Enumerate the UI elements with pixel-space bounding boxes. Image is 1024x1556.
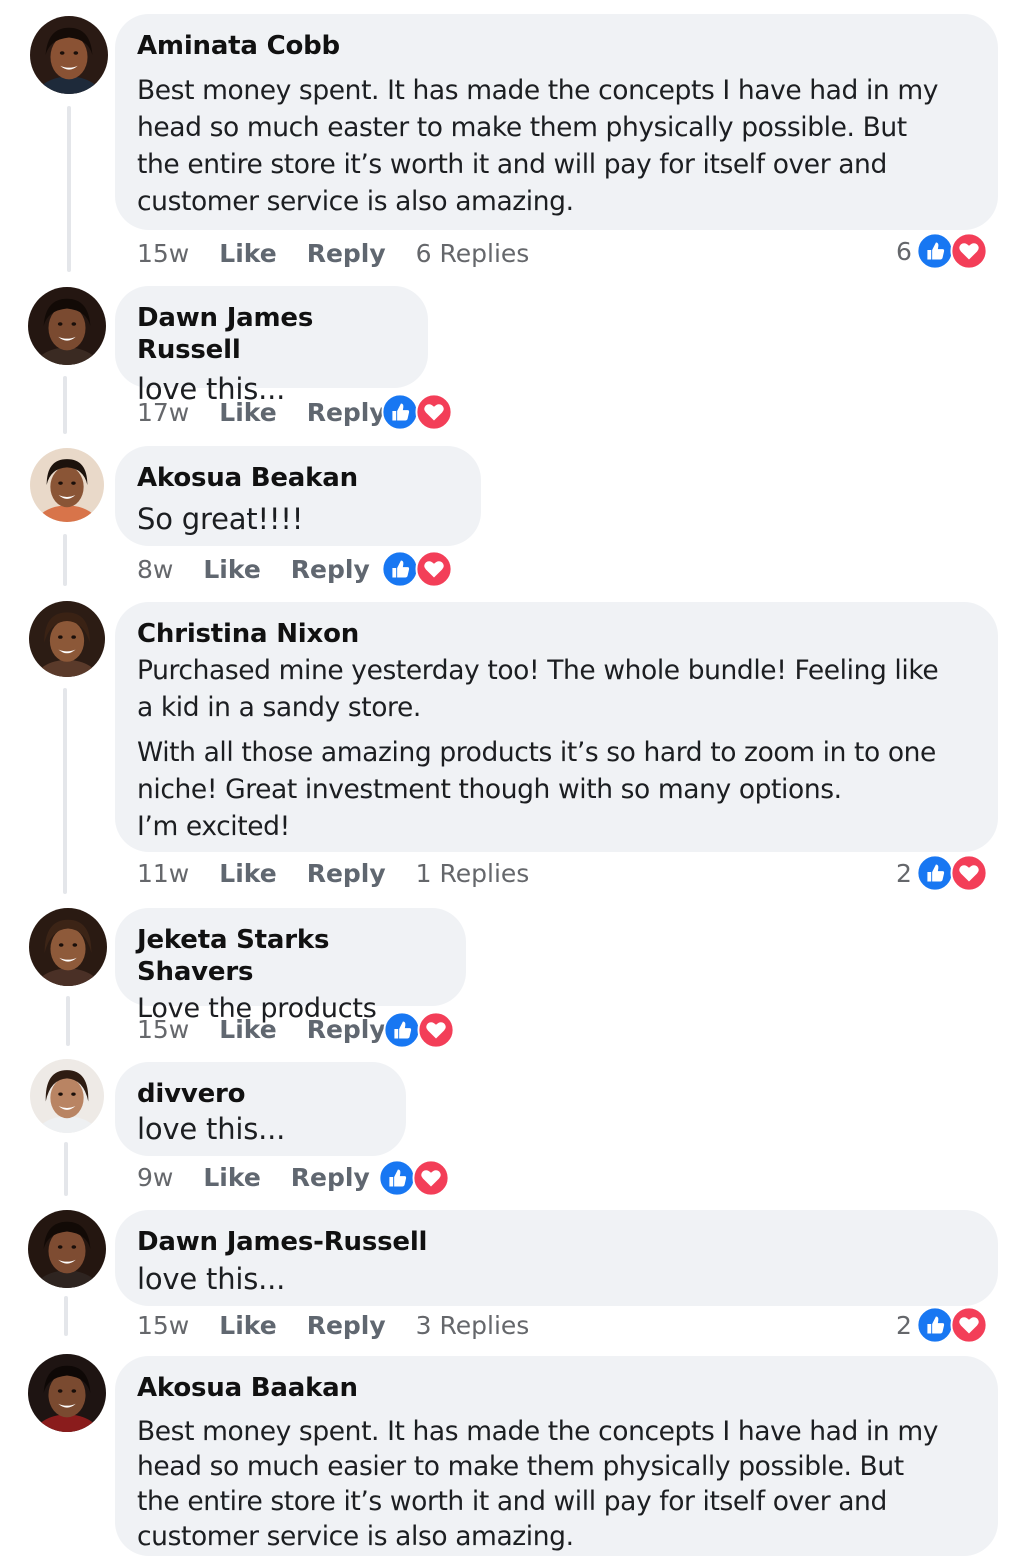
comment-bubble: divvero love this...	[115, 1062, 406, 1156]
comment-actions: 9w Like Reply	[137, 1157, 400, 1197]
like-button[interactable]: Like	[219, 239, 276, 268]
comment-bubble: Akosua Beakan So great!!!!	[115, 446, 481, 546]
comment-author[interactable]: Dawn James Russell	[137, 302, 406, 366]
heart-icon	[415, 393, 453, 431]
comment-text: So great!!!!	[137, 502, 304, 536]
like-button[interactable]: Like	[203, 1163, 260, 1192]
thread-line	[64, 1142, 68, 1196]
comment-bubble: Dawn James-Russell love this...	[115, 1210, 998, 1306]
comment-timestamp[interactable]: 15w	[137, 1311, 189, 1340]
comment-author[interactable]: divvero	[137, 1078, 384, 1110]
comment-author[interactable]: Christina Nixon	[137, 618, 976, 650]
avatar[interactable]	[30, 1059, 104, 1133]
comment-author[interactable]: Akosua Baakan	[137, 1372, 976, 1404]
avatar[interactable]	[30, 448, 104, 522]
reply-button[interactable]: Reply	[307, 1015, 386, 1044]
like-button[interactable]: Like	[219, 859, 276, 888]
reaction-summary[interactable]: 2	[896, 1305, 988, 1345]
reply-button[interactable]: Reply	[291, 1163, 370, 1192]
comment-actions: 15w Like Reply	[137, 1009, 416, 1049]
heart-icon	[415, 550, 453, 588]
thumbs-up-icon	[916, 1306, 954, 1344]
heart-icon	[417, 1011, 455, 1049]
comment-bubble: Dawn James Russell love this...	[115, 286, 428, 406]
comment-bubble: Akosua Baakan Best money spent. It has m…	[115, 1356, 998, 1556]
heart-icon	[950, 232, 988, 270]
like-button[interactable]: Like	[219, 398, 276, 427]
avatar[interactable]	[28, 287, 106, 365]
comment-actions: 15w Like Reply 6 Replies	[137, 233, 559, 273]
comment-timestamp[interactable]: 15w	[137, 1015, 189, 1044]
thumbs-up-icon	[381, 550, 419, 588]
avatar[interactable]	[29, 601, 105, 677]
comment-author[interactable]: Aminata Cobb	[137, 30, 976, 62]
heart-icon	[950, 1306, 988, 1344]
reply-button[interactable]: Reply	[307, 398, 386, 427]
comment-actions: 8w Like Reply	[137, 549, 400, 589]
comment-text: With all those amazing products it’s so …	[137, 737, 936, 842]
thread-line	[66, 996, 70, 1046]
comment-text: love this...	[137, 1112, 286, 1146]
reply-button[interactable]: Reply	[307, 239, 386, 268]
comment-bubble: Christina Nixon Purchased mine yesterday…	[115, 602, 998, 852]
thumbs-up-icon	[378, 1159, 416, 1197]
reaction-summary[interactable]	[381, 549, 453, 589]
reaction-count: 2	[896, 1310, 912, 1340]
reply-button[interactable]: Reply	[307, 1311, 386, 1340]
comment-bubble: Aminata Cobb Best money spent. It has ma…	[115, 14, 998, 230]
view-replies-link[interactable]: 3 Replies	[416, 1311, 530, 1340]
reaction-count: 2	[896, 858, 912, 888]
like-button[interactable]: Like	[203, 555, 260, 584]
reaction-summary[interactable]	[381, 392, 453, 432]
comment-text: love this...	[137, 1262, 286, 1296]
comment-text: Best money spent. It has made the concep…	[137, 1416, 939, 1552]
reaction-summary[interactable]	[378, 1158, 450, 1198]
thumbs-up-icon	[916, 232, 954, 270]
comment-timestamp[interactable]: 8w	[137, 555, 173, 584]
comment-actions: 17w Like Reply	[137, 392, 416, 432]
comment-timestamp[interactable]: 9w	[137, 1163, 173, 1192]
thumbs-up-icon	[916, 854, 954, 892]
heart-icon	[950, 854, 988, 892]
thread-line	[63, 376, 67, 434]
comment-bubble: Jeketa Starks Shavers Love the products	[115, 908, 466, 1024]
reaction-summary[interactable]: 2	[896, 853, 988, 893]
comment-actions: 11w Like Reply 1 Replies	[137, 853, 559, 893]
comment-actions: 15w Like Reply 3 Replies	[137, 1305, 559, 1345]
reply-button[interactable]: Reply	[291, 555, 370, 584]
comment-author[interactable]: Dawn James-Russell	[137, 1226, 976, 1258]
comment-timestamp[interactable]: 17w	[137, 398, 189, 427]
heart-icon	[412, 1159, 450, 1197]
avatar[interactable]	[30, 16, 108, 94]
avatar[interactable]	[28, 1354, 106, 1432]
thumbs-up-icon	[383, 1011, 421, 1049]
avatar[interactable]	[29, 908, 107, 986]
view-replies-link[interactable]: 1 Replies	[416, 859, 530, 888]
like-button[interactable]: Like	[219, 1015, 276, 1044]
like-button[interactable]: Like	[219, 1311, 276, 1340]
comment-timestamp[interactable]: 15w	[137, 239, 189, 268]
avatar[interactable]	[28, 1210, 106, 1288]
comment-text: Best money spent. It has made the concep…	[137, 75, 939, 217]
thread-line	[63, 688, 67, 894]
comment-author[interactable]: Akosua Beakan	[137, 462, 459, 494]
reaction-count: 6	[896, 236, 912, 266]
reaction-summary[interactable]: 6	[896, 231, 988, 271]
comment-timestamp[interactable]: 11w	[137, 859, 189, 888]
thumbs-up-icon	[381, 393, 419, 431]
thread-line	[63, 534, 67, 586]
reply-button[interactable]: Reply	[307, 859, 386, 888]
comment-author[interactable]: Jeketa Starks Shavers	[137, 924, 444, 988]
comment-text: Purchased mine yesterday too! The whole …	[137, 655, 939, 723]
view-replies-link[interactable]: 6 Replies	[416, 239, 530, 268]
reaction-summary[interactable]	[383, 1010, 455, 1050]
thread-line	[67, 106, 71, 272]
thread-line	[64, 1296, 68, 1336]
